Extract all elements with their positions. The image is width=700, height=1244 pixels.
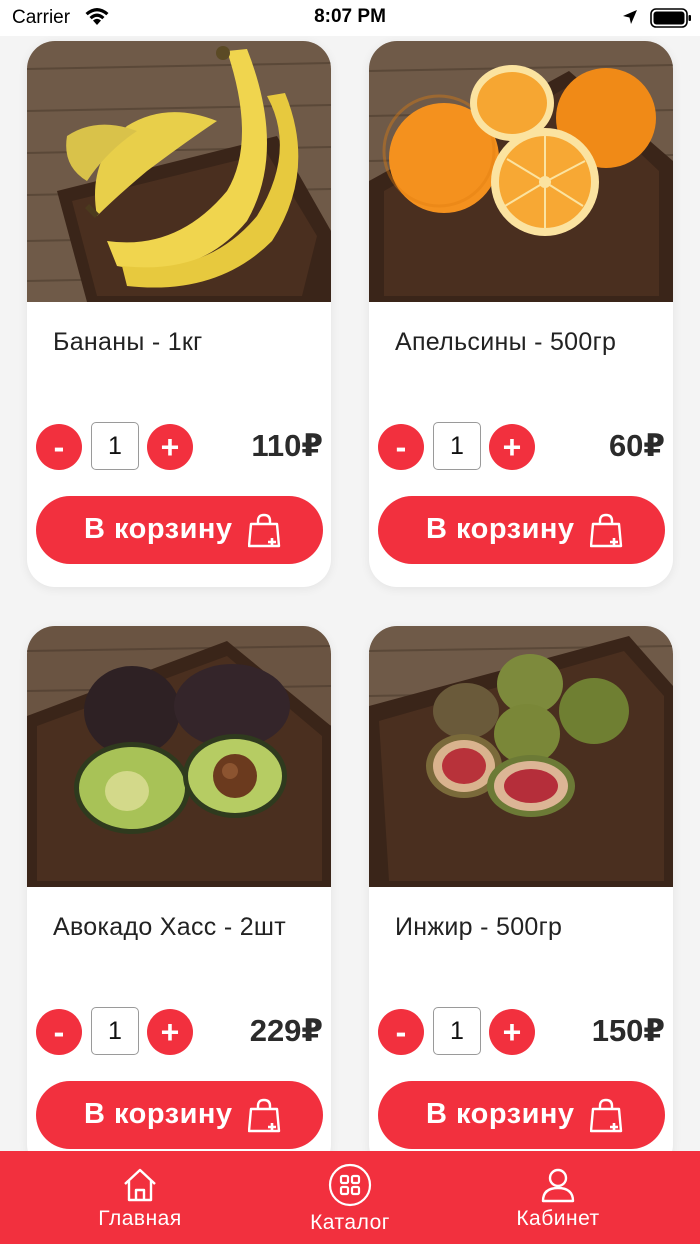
quantity-input[interactable] [433,422,481,470]
product-card[interactable]: Авокадо Хасс - 2шт - + 229₽ В корзину [27,626,331,1172]
screen: Carrier 8:07 PM Бананы - 1кг - 1 + 110₽ … [0,0,700,1244]
grid-icon [328,1163,372,1212]
shopping-bag-icon [589,513,624,554]
product-image-figs[interactable] [369,626,673,887]
tab-account-label: Кабинет [516,1207,600,1230]
product-price: 60₽ [608,428,665,463]
tab-home[interactable]: Главная [70,1151,210,1244]
product-card[interactable]: Бананы - 1кг - + 110₽ В корзину [27,41,331,587]
shopping-bag-icon [247,513,282,554]
product-title: Апельсины - 500гр [395,328,617,356]
tab-catalog-label: Каталог [310,1211,390,1234]
product-card[interactable]: Апельсины - 500гр - + 60₽ В корзину [369,41,673,587]
add-to-cart-label: В корзину [84,1098,233,1130]
status-bar: Carrier 8:07 PM [0,0,700,36]
tab-home-label: Главная [98,1207,182,1230]
increase-quantity-button[interactable]: + [147,1009,193,1055]
increase-quantity-button[interactable]: + [489,1009,535,1055]
bottom-tab-bar: Главная Каталог Кабинет [0,1151,700,1244]
home-icon [122,1167,158,1208]
product-price: 150₽ [591,1013,665,1048]
decrease-quantity-button[interactable]: - [36,424,82,470]
battery-icon [650,8,692,33]
decrease-quantity-button[interactable]: - [378,424,424,470]
product-price: 229₽ [249,1013,323,1048]
tab-account[interactable]: Кабинет [488,1151,628,1244]
shopping-bag-icon [247,1098,282,1139]
product-image-bananas[interactable] [27,41,331,302]
product-title: Авокадо Хасс - 2шт [53,913,287,941]
shopping-bag-icon [589,1098,624,1139]
quantity-input[interactable] [433,1007,481,1055]
quantity-input[interactable] [91,422,139,470]
add-to-cart-button[interactable]: В корзину [378,496,665,564]
add-to-cart-label: В корзину [426,513,575,545]
location-arrow-icon [622,9,638,30]
product-image-oranges[interactable] [369,41,673,302]
clock: 8:07 PM [314,6,386,27]
add-to-cart-button[interactable]: В корзину [36,1081,323,1149]
product-card[interactable]: Инжир - 500гр - + 150₽ В корзину [369,626,673,1172]
product-price: 110₽ [251,428,323,463]
product-title: Бананы - 1кг [53,328,203,356]
tab-catalog[interactable]: Каталог [280,1151,420,1244]
product-title: Инжир - 500гр [395,913,563,941]
increase-quantity-button[interactable]: + [147,424,193,470]
add-to-cart-label: В корзину [84,513,233,545]
user-icon [540,1167,576,1208]
product-image-avocado[interactable] [27,626,331,887]
add-to-cart-label: В корзину [426,1098,575,1130]
decrease-quantity-button[interactable]: - [378,1009,424,1055]
decrease-quantity-button[interactable]: - [36,1009,82,1055]
quantity-input[interactable] [91,1007,139,1055]
increase-quantity-button[interactable]: + [489,424,535,470]
add-to-cart-button[interactable]: В корзину [36,496,323,564]
add-to-cart-button[interactable]: В корзину [378,1081,665,1149]
